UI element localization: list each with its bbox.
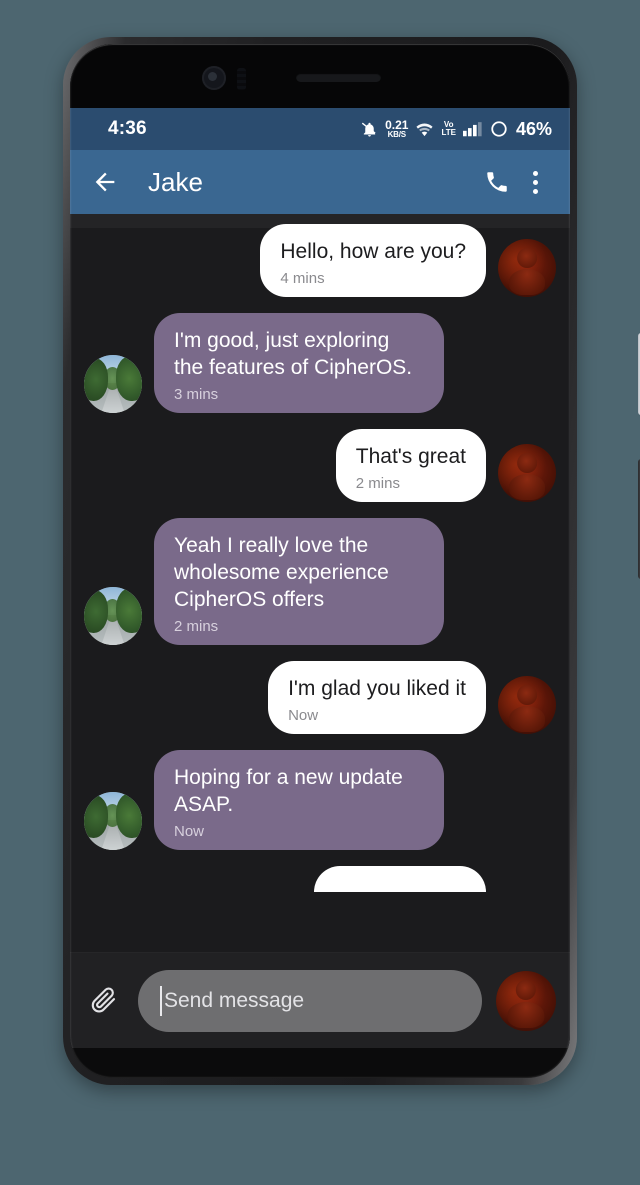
message-text: I'm good, just exploring the features of… xyxy=(174,329,413,379)
message-timestamp: 2 mins xyxy=(355,475,400,492)
message-bubble-sent[interactable]: That's great 2 mins xyxy=(335,429,486,502)
status-bar: 4:36 0.21 KB/S Vo LTE 46% xyxy=(70,108,570,150)
notification-muted-icon xyxy=(361,121,378,138)
volte-icon: Vo LTE xyxy=(441,121,456,137)
message-timestamp: 4 mins xyxy=(280,270,325,287)
message-timestamp: Now xyxy=(288,707,319,724)
message-row-partial[interactable] xyxy=(84,866,556,892)
message-row[interactable]: Hoping for a new update ASAP. Now xyxy=(84,750,556,850)
volte-bottom-label: LTE xyxy=(441,128,456,137)
cellular-signal-icon xyxy=(462,121,483,137)
message-row[interactable]: I'm glad you liked it Now xyxy=(84,661,556,734)
message-bubble-sent[interactable]: I'm glad you liked it Now xyxy=(268,661,486,734)
front-camera-icon xyxy=(202,66,226,90)
message-timestamp: 3 mins xyxy=(174,386,219,403)
page-title: Jake xyxy=(148,166,203,197)
message-bubble-sent[interactable]: Hello, how are you? 4 mins xyxy=(260,224,486,297)
call-icon[interactable] xyxy=(478,163,516,201)
message-input-bar: Send message xyxy=(70,952,570,1048)
avatar[interactable] xyxy=(498,239,556,297)
status-icon-group: 0.21 KB/S Vo LTE 46% xyxy=(361,119,552,140)
screenshot-canvas: 4:36 0.21 KB/S Vo LTE 46% Jake Hello, ho… xyxy=(0,0,640,1185)
more-options-icon[interactable] xyxy=(516,163,554,201)
profile-avatar[interactable] xyxy=(496,970,556,1031)
message-text: Hello, how are you? xyxy=(280,240,466,263)
status-clock: 4:36 xyxy=(108,118,147,139)
device-screen: 4:36 0.21 KB/S Vo LTE 46% Jake Hello, ho… xyxy=(70,108,570,1048)
message-list[interactable]: Hello, how are you? 4 mins I'm good, jus… xyxy=(70,214,570,952)
message-row[interactable]: I'm good, just exploring the features of… xyxy=(84,313,556,413)
app-bar: Jake xyxy=(70,150,570,214)
avatar[interactable] xyxy=(84,792,142,850)
phone-device-frame: 4:36 0.21 KB/S Vo LTE 46% Jake Hello, ho… xyxy=(63,37,640,1085)
data-rate-icon: 0.21 KB/S xyxy=(385,119,408,139)
message-bubble-received[interactable]: Yeah I really love the wholesome experie… xyxy=(154,518,444,645)
avatar[interactable] xyxy=(498,676,556,734)
kebab-dots xyxy=(532,170,538,194)
message-bubble-received[interactable]: I'm good, just exploring the features of… xyxy=(154,313,444,413)
battery-percentage: 46% xyxy=(515,118,552,139)
message-row[interactable]: Yeah I really love the wholesome experie… xyxy=(84,518,556,645)
message-timestamp: 2 mins xyxy=(174,618,219,635)
message-bubble-partial[interactable] xyxy=(314,866,486,892)
text-caret xyxy=(160,985,162,1016)
message-text: That's great xyxy=(355,445,466,468)
message-input-placeholder: Send message xyxy=(164,988,305,1012)
message-text: Yeah I really love the wholesome experie… xyxy=(174,534,389,611)
message-input-field[interactable]: Send message xyxy=(138,969,482,1032)
data-rate-unit: KB/S xyxy=(387,130,407,139)
earpiece-speaker xyxy=(296,73,381,82)
wifi-icon xyxy=(415,121,434,137)
message-bubble-received[interactable]: Hoping for a new update ASAP. Now xyxy=(154,750,444,850)
avatar[interactable] xyxy=(498,444,556,502)
message-text: Hoping for a new update ASAP. xyxy=(174,766,403,816)
attach-file-icon[interactable] xyxy=(84,981,124,1021)
phone-screen-bezel: 4:36 0.21 KB/S Vo LTE 46% Jake Hello, ho… xyxy=(70,44,570,1078)
phone-sensor-area xyxy=(70,44,570,108)
back-arrow-icon[interactable] xyxy=(86,163,124,201)
avatar[interactable] xyxy=(84,355,142,413)
message-row[interactable]: That's great 2 mins xyxy=(84,429,556,502)
avatar[interactable] xyxy=(84,587,142,645)
message-timestamp: Now xyxy=(174,823,205,840)
battery-icon xyxy=(490,120,508,138)
message-text: I'm glad you liked it xyxy=(288,677,466,700)
proximity-sensor-icon xyxy=(237,68,246,90)
message-row[interactable]: Hello, how are you? 4 mins xyxy=(84,224,556,297)
